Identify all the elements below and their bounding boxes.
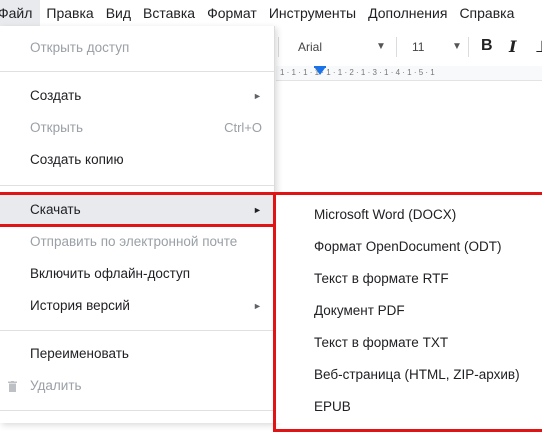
menu-divider: [0, 410, 274, 411]
menu-addons[interactable]: Дополнения: [362, 0, 453, 26]
font-family-select[interactable]: Arial: [298, 40, 322, 54]
menu-item-label: История версий: [30, 298, 130, 313]
menu-item-share[interactable]: Открыть доступ: [0, 33, 274, 63]
menu-bar: Файл Правка Вид Вставка Формат Инструмен…: [0, 0, 542, 26]
menu-item-open[interactable]: Открыть Ctrl+O: [0, 113, 274, 143]
shortcut-label: Ctrl+O: [224, 120, 262, 135]
menu-view[interactable]: Вид: [100, 0, 137, 26]
menu-tools[interactable]: Инструменты: [263, 0, 362, 26]
menu-divider: [0, 71, 274, 72]
toolbar-divider: [468, 37, 469, 57]
menu-item-make-copy[interactable]: Создать копию: [0, 145, 274, 175]
menu-item-version-history[interactable]: История версий ►: [0, 291, 274, 321]
menu-item-label: Создать: [30, 88, 82, 103]
menu-item-delete[interactable]: Удалить: [0, 371, 274, 401]
menu-item-label: Отправить по электронной почте: [30, 234, 238, 249]
menu-item-label: Переименовать: [30, 346, 129, 361]
menu-item-offline[interactable]: Включить офлайн-доступ: [0, 259, 274, 289]
menu-item-email[interactable]: Отправить по электронной почте: [0, 227, 274, 257]
submenu-highlight-box: [273, 192, 542, 432]
toolbar-divider: [396, 37, 397, 57]
menu-format[interactable]: Формат: [201, 0, 263, 26]
menu-divider: [0, 330, 274, 331]
italic-button[interactable]: I: [509, 37, 516, 56]
menu-item-label: Открыть: [30, 120, 84, 135]
menu-item-rename[interactable]: Переименовать: [0, 339, 274, 369]
menu-file-label: Файл: [0, 5, 33, 21]
menu-file[interactable]: Файл: [0, 0, 41, 26]
ruler-scale: 1 · 1 · 1 · 1 · 1 · 1 · 2 · 1 · 3 · 1 · …: [280, 68, 435, 77]
ruler[interactable]: 1 · 1 · 1 · 1 · 1 · 1 · 2 · 1 · 3 · 1 · …: [276, 66, 542, 81]
menu-divider: [0, 185, 274, 186]
menu-item-label: Открыть доступ: [30, 40, 130, 55]
submenu-arrow-icon: ►: [253, 91, 262, 101]
menu-item-label: Удалить: [30, 378, 82, 393]
trash-icon: [8, 381, 17, 392]
font-size-select[interactable]: 11: [412, 40, 424, 54]
menu-item-label: Включить офлайн-доступ: [30, 266, 191, 281]
menu-item-label: Создать копию: [30, 152, 124, 167]
submenu-arrow-icon: ►: [253, 301, 262, 311]
download-highlight-box: [0, 192, 276, 227]
menu-insert[interactable]: Вставка: [137, 0, 201, 26]
menu-edit[interactable]: Правка: [40, 0, 99, 26]
chevron-down-icon[interactable]: ▼: [376, 41, 386, 52]
menu-item-new[interactable]: Создать ►: [0, 81, 274, 111]
formatting-toolbar: Arial ▼ 11 ▼ B I ⊥: [276, 33, 542, 63]
toolbar-divider: [278, 37, 279, 57]
chevron-down-icon[interactable]: ▼: [452, 41, 462, 52]
bold-button[interactable]: B: [481, 37, 493, 55]
menu-help[interactable]: Справка: [453, 0, 520, 26]
underline-button[interactable]: ⊥: [535, 37, 542, 57]
